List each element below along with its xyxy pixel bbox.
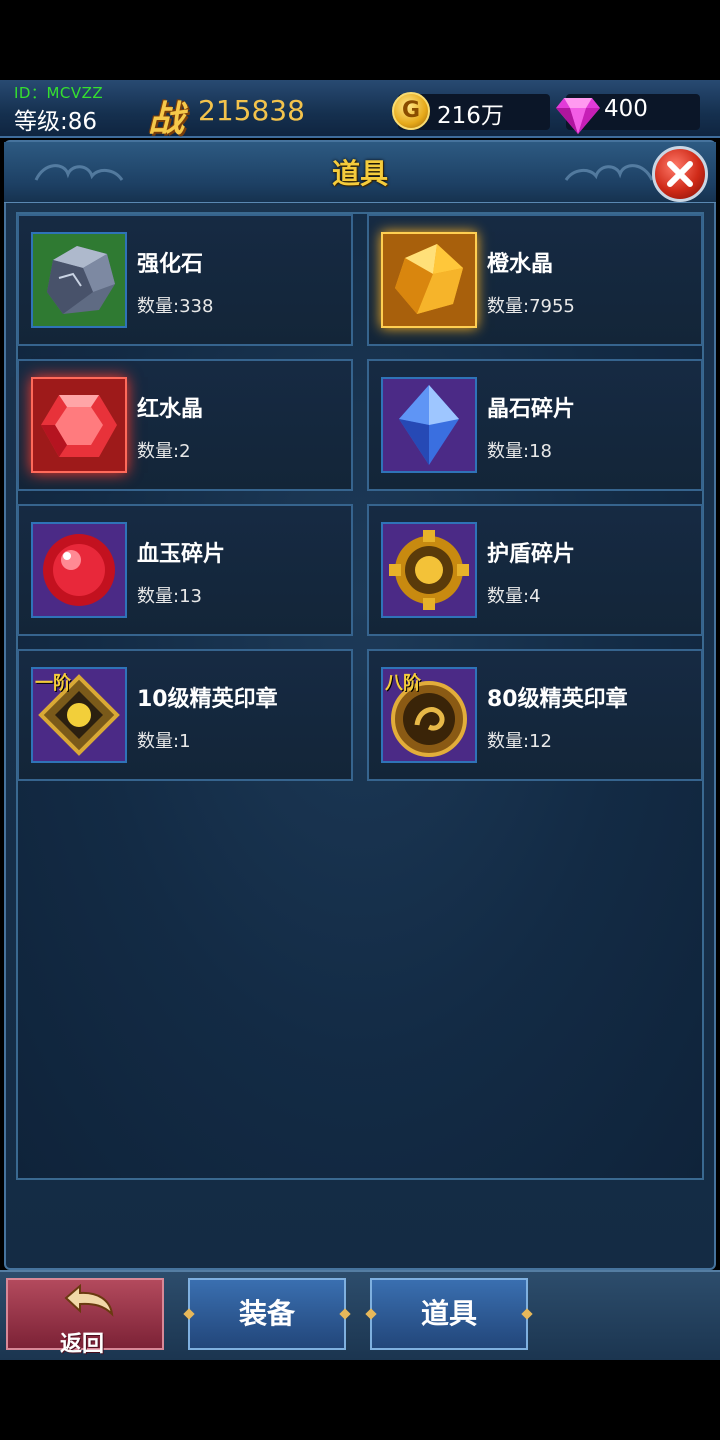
back-button[interactable]: 返回 bbox=[6, 1278, 164, 1357]
item-icon-frame: 八阶 bbox=[381, 667, 477, 763]
grey-stone-icon bbox=[47, 246, 115, 314]
gold-coin-icon: G bbox=[392, 92, 430, 130]
combat-power-icon: 战 bbox=[148, 98, 185, 140]
item-name: 血玉碎片 bbox=[137, 542, 226, 567]
top-status-bar: ID：MCVZZ 等级:86 战 215838 G 216万 400 bbox=[0, 80, 720, 140]
tier-badge: 一阶 bbox=[35, 673, 71, 694]
item-name: 橙水晶 bbox=[487, 252, 554, 277]
item-name: 强化石 bbox=[137, 252, 204, 277]
tab-items-label: 道具 bbox=[420, 1297, 477, 1330]
orange-crystal-icon bbox=[395, 244, 463, 314]
tier-badge: 八阶 bbox=[385, 673, 421, 694]
item-quantity: 数量:2 bbox=[137, 441, 191, 462]
item-card[interactable]: 红水晶 数量:2 bbox=[17, 359, 353, 491]
back-label: 返回 bbox=[60, 1331, 105, 1357]
item-card[interactable]: 护盾碎片 数量:4 bbox=[367, 504, 703, 636]
red-crystal-icon bbox=[41, 395, 117, 457]
item-name: 晶石碎片 bbox=[487, 397, 576, 422]
close-button[interactable] bbox=[652, 146, 708, 202]
golden-shield-fragment-icon bbox=[389, 530, 469, 610]
item-name: 红水晶 bbox=[137, 397, 204, 422]
item-quantity: 数量:338 bbox=[137, 296, 214, 317]
item-name: 80级精英印章 bbox=[487, 687, 628, 712]
item-icon-frame bbox=[31, 232, 127, 328]
gold-amount: 216万 bbox=[437, 103, 504, 129]
item-card[interactable]: 八阶 80级精英印章 数量:12 bbox=[367, 649, 703, 781]
item-name: 10级精英印章 bbox=[137, 687, 278, 712]
player-id: ID：MCVZZ bbox=[14, 84, 104, 102]
tab-items[interactable]: 道具 bbox=[365, 1278, 533, 1350]
item-icon-frame bbox=[381, 522, 477, 618]
pink-gem-icon bbox=[556, 98, 600, 134]
item-quantity: 数量:1 bbox=[137, 731, 191, 752]
item-name: 护盾碎片 bbox=[487, 542, 576, 567]
item-icon-frame bbox=[381, 232, 477, 328]
item-card[interactable]: 晶石碎片 数量:18 bbox=[367, 359, 703, 491]
item-icon-frame bbox=[31, 522, 127, 618]
tab-equipment[interactable]: 装备 bbox=[183, 1278, 351, 1350]
item-quantity: 数量:4 bbox=[487, 586, 541, 607]
item-card[interactable]: 强化石 数量:338 bbox=[17, 214, 353, 346]
item-quantity: 数量:13 bbox=[137, 586, 202, 607]
tab-equipment-label: 装备 bbox=[238, 1297, 295, 1330]
red-orb-icon bbox=[43, 534, 115, 606]
item-quantity: 数量:18 bbox=[487, 441, 552, 462]
item-card[interactable]: 橙水晶 数量:7955 bbox=[367, 214, 703, 346]
blue-crystal-shard-icon bbox=[399, 385, 459, 465]
combat-power-value: 215838 bbox=[198, 94, 305, 127]
close-icon bbox=[667, 161, 693, 187]
item-icon-frame bbox=[381, 377, 477, 473]
item-card[interactable]: 一阶 10级精英印章 数量:1 bbox=[17, 649, 353, 781]
item-icon-frame: 一阶 bbox=[31, 667, 127, 763]
gem-amount: 400 bbox=[604, 96, 648, 122]
player-level: 等级:86 bbox=[14, 109, 98, 135]
item-icon-frame bbox=[31, 377, 127, 473]
item-quantity: 数量:7955 bbox=[487, 296, 575, 317]
panel-title: 道具 bbox=[331, 157, 388, 190]
item-card[interactable]: 血玉碎片 数量:13 bbox=[17, 504, 353, 636]
item-quantity: 数量:12 bbox=[487, 731, 552, 752]
